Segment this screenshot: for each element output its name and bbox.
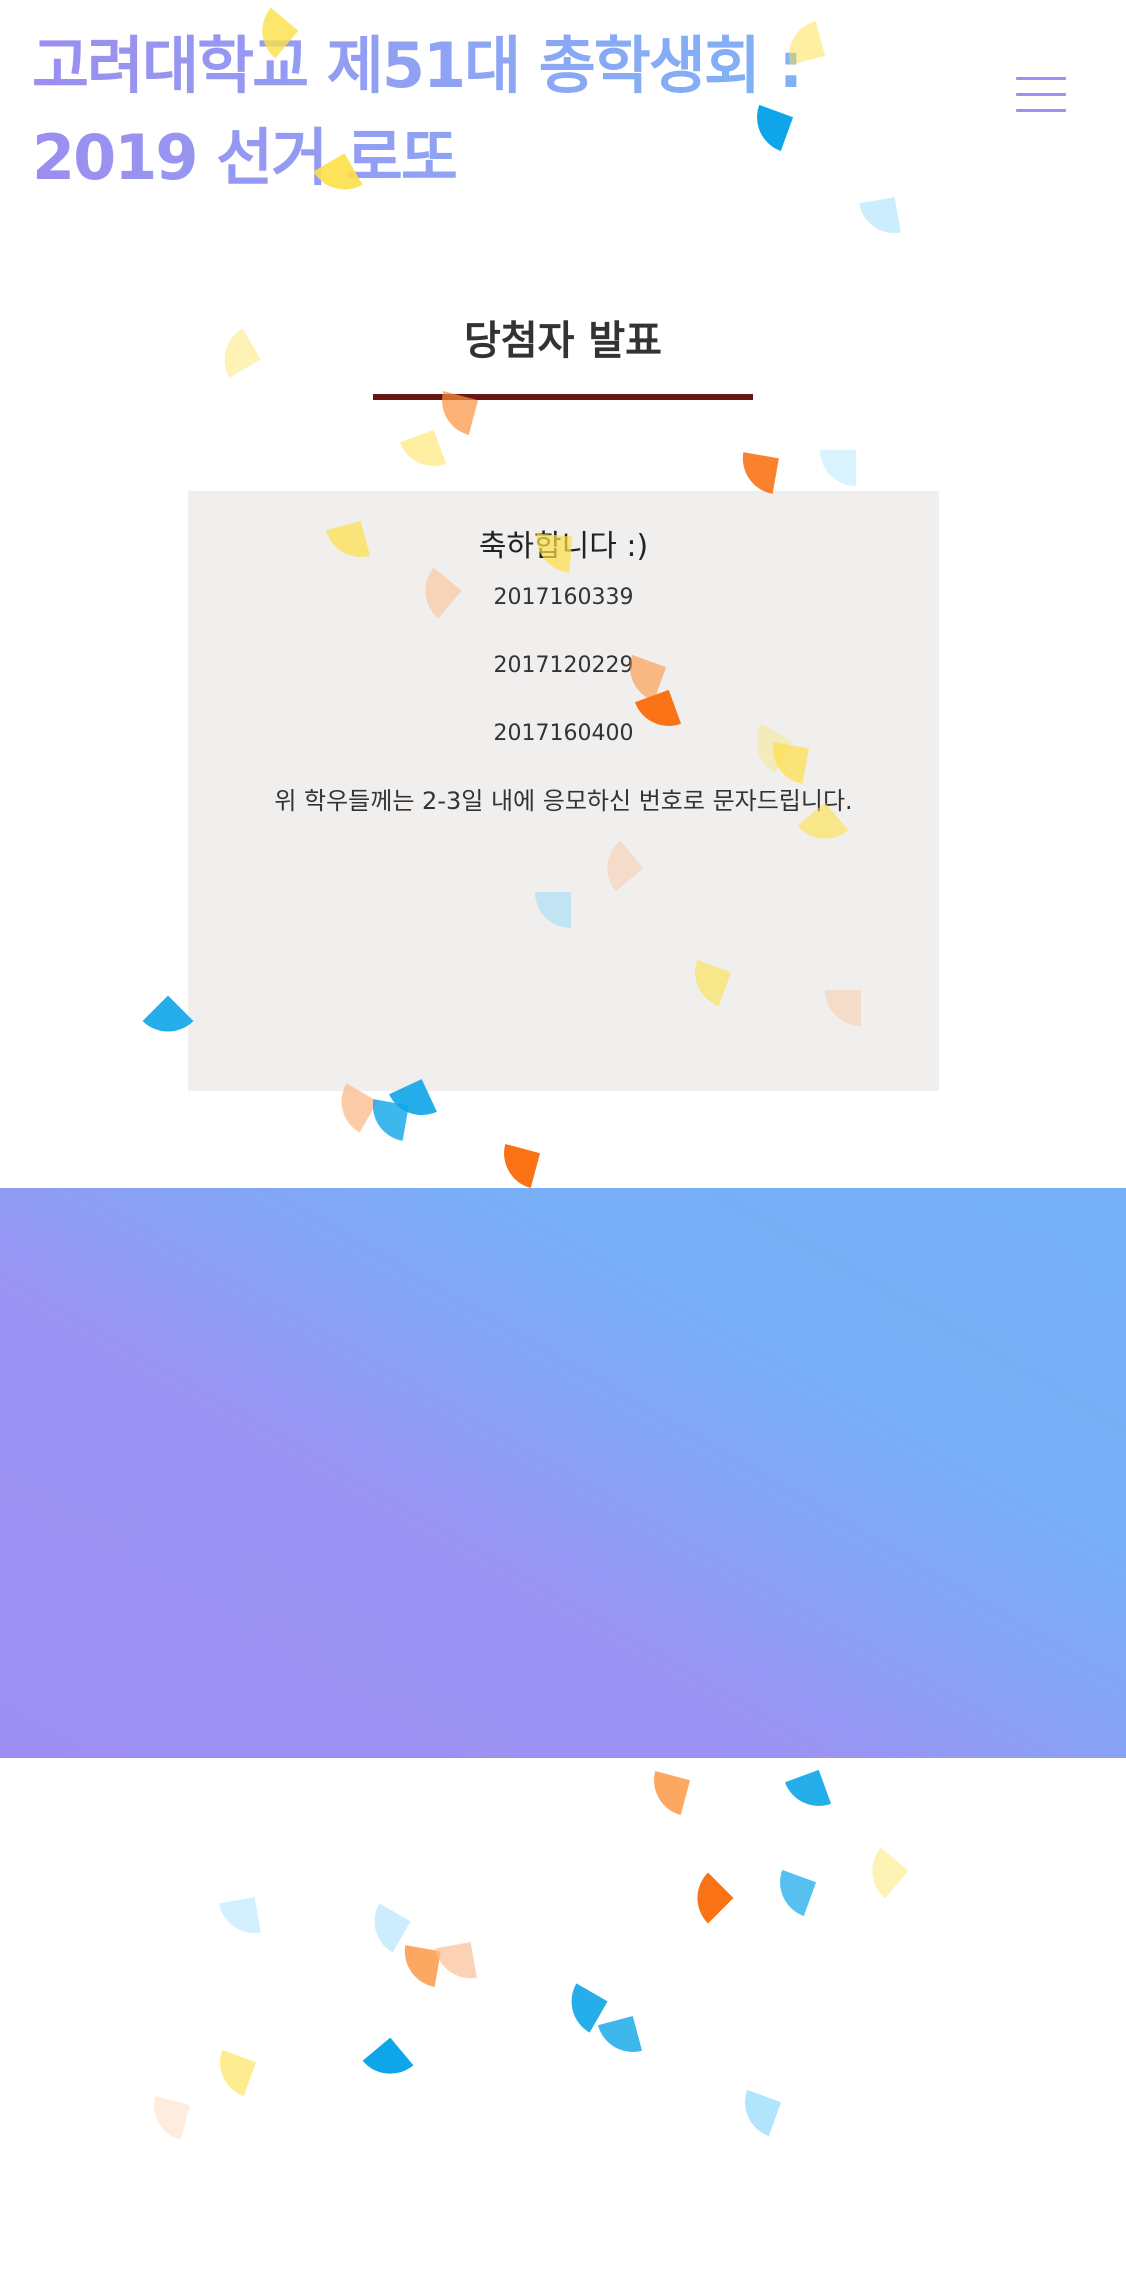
section-title: 당첨자 발표 bbox=[464, 318, 662, 364]
confetti-piece bbox=[362, 2037, 414, 2089]
notice-text: 위 학우들께는 2-3일 내에 응모하신 번호로 문자드립니다. bbox=[274, 787, 853, 815]
gradient-banner bbox=[0, 1188, 1126, 1758]
confetti-piece bbox=[645, 1770, 691, 1816]
winner-announcement-box: 축하합니다 :) 2017160339 2017120229 201716040… bbox=[188, 491, 939, 1091]
confetti-piece bbox=[495, 1143, 541, 1189]
confetti-piece bbox=[219, 1897, 261, 1939]
confetti-piece bbox=[367, 1099, 409, 1141]
confetti-piece bbox=[737, 452, 779, 494]
confetti-piece bbox=[857, 1847, 909, 1899]
menu-line bbox=[1016, 93, 1066, 96]
winner-list: 2017160339 2017120229 2017160400 bbox=[188, 583, 939, 787]
confetti-piece bbox=[145, 2095, 191, 2141]
confetti-piece bbox=[597, 2015, 643, 2061]
confetti-piece bbox=[682, 1872, 734, 1924]
confetti-piece bbox=[734, 2089, 782, 2137]
winner-item: 2017160400 bbox=[493, 721, 634, 746]
confetti-piece bbox=[769, 1869, 817, 1917]
confetti-piece bbox=[784, 1769, 832, 1817]
title-underline bbox=[373, 394, 753, 400]
hamburger-menu-icon[interactable] bbox=[1016, 77, 1066, 113]
confetti-piece bbox=[361, 1903, 411, 1953]
confetti-piece bbox=[859, 197, 901, 239]
confetti-piece bbox=[142, 995, 194, 1047]
site-title[interactable]: 고려대학교 제51대 총학생회 : 2019 선거 로또 bbox=[32, 20, 803, 204]
menu-line bbox=[1016, 77, 1066, 80]
congratulations-heading: 축하합니다 :) bbox=[478, 529, 649, 564]
confetti-piece bbox=[558, 1983, 608, 2033]
confetti-piece bbox=[209, 2049, 257, 2097]
confetti-piece bbox=[820, 450, 856, 486]
winner-item: 2017160339 bbox=[493, 585, 634, 610]
menu-line bbox=[1016, 109, 1066, 112]
winner-item: 2017120229 bbox=[493, 653, 634, 678]
confetti-piece bbox=[399, 1945, 441, 1987]
confetti-piece bbox=[399, 429, 447, 477]
confetti-piece bbox=[435, 1942, 477, 1984]
